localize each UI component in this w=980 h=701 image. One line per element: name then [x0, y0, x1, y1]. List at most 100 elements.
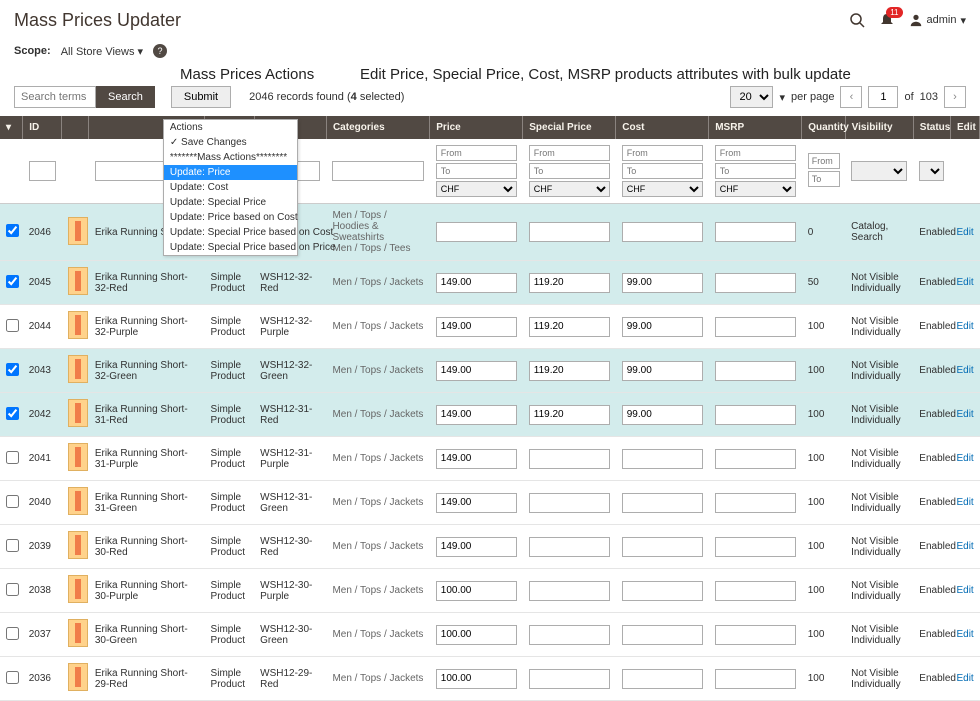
user-menu[interactable]: admin ▾ [909, 13, 967, 27]
special-price-input[interactable] [529, 669, 610, 689]
per-page-select[interactable]: 20 [730, 86, 773, 108]
cost-input[interactable] [622, 222, 703, 242]
cost-input[interactable] [622, 273, 703, 293]
row-checkbox[interactable] [6, 539, 19, 552]
filter-msrp-from[interactable] [715, 145, 796, 161]
mass-action-option[interactable]: Save Changes [164, 135, 297, 150]
price-input[interactable] [436, 625, 517, 645]
special-price-input[interactable] [529, 581, 610, 601]
price-input[interactable] [436, 361, 517, 381]
filter-categories[interactable] [332, 161, 423, 181]
cost-input[interactable] [622, 493, 703, 513]
edit-link[interactable]: Edit [956, 497, 973, 508]
col-special-price[interactable]: Special Price [523, 116, 616, 139]
col-cost[interactable]: Cost [616, 116, 709, 139]
filter-sprice-currency[interactable]: CHF [529, 181, 610, 197]
msrp-input[interactable] [715, 405, 796, 425]
price-input[interactable] [436, 581, 517, 601]
price-input[interactable] [436, 537, 517, 557]
msrp-input[interactable] [715, 273, 796, 293]
filter-msrp-to[interactable] [715, 163, 796, 179]
row-checkbox[interactable] [6, 671, 19, 684]
msrp-input[interactable] [715, 317, 796, 337]
mass-action-option[interactable]: Update: Special Price based on Cost [164, 225, 297, 240]
mass-action-option[interactable]: Actions [164, 120, 297, 135]
special-price-input[interactable] [529, 493, 610, 513]
page-input[interactable] [868, 86, 898, 108]
row-checkbox[interactable] [6, 583, 19, 596]
col-visibility[interactable]: Visibility [845, 116, 913, 139]
special-price-input[interactable] [529, 625, 610, 645]
filter-price-from[interactable] [436, 145, 517, 161]
prev-page-button[interactable]: ‹ [840, 86, 862, 108]
notifications-icon[interactable]: 11 [879, 12, 895, 28]
special-price-input[interactable] [529, 361, 610, 381]
edit-link[interactable]: Edit [956, 453, 973, 464]
filter-price-to[interactable] [436, 163, 517, 179]
mass-action-option[interactable]: Update: Cost [164, 180, 297, 195]
cost-input[interactable] [622, 581, 703, 601]
row-checkbox[interactable] [6, 451, 19, 464]
msrp-input[interactable] [715, 449, 796, 469]
mass-action-option[interactable]: *******Mass Actions******** [164, 150, 297, 165]
special-price-input[interactable] [529, 449, 610, 469]
filter-cost-currency[interactable]: CHF [622, 181, 703, 197]
edit-link[interactable]: Edit [956, 321, 973, 332]
cost-input[interactable] [622, 449, 703, 469]
special-price-input[interactable] [529, 317, 610, 337]
msrp-input[interactable] [715, 361, 796, 381]
filter-msrp-currency[interactable]: CHF [715, 181, 796, 197]
filter-qty-from[interactable] [808, 153, 840, 169]
col-id[interactable]: ID [23, 116, 62, 139]
edit-link[interactable]: Edit [956, 227, 973, 238]
cost-input[interactable] [622, 361, 703, 381]
col-quantity[interactable]: Quantity [802, 116, 845, 139]
cost-input[interactable] [622, 405, 703, 425]
cost-input[interactable] [622, 537, 703, 557]
row-checkbox[interactable] [6, 224, 19, 237]
search-icon[interactable] [849, 12, 865, 28]
cost-input[interactable] [622, 625, 703, 645]
col-checkbox[interactable]: ▾ [0, 116, 23, 139]
edit-link[interactable]: Edit [956, 365, 973, 376]
price-input[interactable] [436, 273, 517, 293]
filter-status[interactable] [919, 161, 944, 181]
cost-input[interactable] [622, 317, 703, 337]
row-checkbox[interactable] [6, 319, 19, 332]
filter-id[interactable] [29, 161, 56, 181]
msrp-input[interactable] [715, 669, 796, 689]
edit-link[interactable]: Edit [956, 541, 973, 552]
price-input[interactable] [436, 405, 517, 425]
submit-button[interactable]: Submit [171, 86, 231, 108]
help-icon[interactable]: ? [153, 44, 167, 58]
edit-link[interactable]: Edit [956, 585, 973, 596]
row-checkbox[interactable] [6, 495, 19, 508]
special-price-input[interactable] [529, 222, 610, 242]
filter-sprice-from[interactable] [529, 145, 610, 161]
search-input[interactable] [14, 86, 96, 108]
filter-price-currency[interactable]: CHF [436, 181, 517, 197]
edit-link[interactable]: Edit [956, 277, 973, 288]
row-checkbox[interactable] [6, 627, 19, 640]
filter-sprice-to[interactable] [529, 163, 610, 179]
price-input[interactable] [436, 669, 517, 689]
special-price-input[interactable] [529, 537, 610, 557]
mass-action-option[interactable]: Update: Price [164, 165, 297, 180]
filter-cost-to[interactable] [622, 163, 703, 179]
filter-cost-from[interactable] [622, 145, 703, 161]
msrp-input[interactable] [715, 625, 796, 645]
col-price[interactable]: Price [430, 116, 523, 139]
price-input[interactable] [436, 222, 517, 242]
edit-link[interactable]: Edit [956, 673, 973, 684]
mass-action-option[interactable]: Update: Special Price [164, 195, 297, 210]
row-checkbox[interactable] [6, 407, 19, 420]
filter-qty-to[interactable] [808, 171, 840, 187]
msrp-input[interactable] [715, 222, 796, 242]
special-price-input[interactable] [529, 273, 610, 293]
msrp-input[interactable] [715, 493, 796, 513]
price-input[interactable] [436, 493, 517, 513]
scope-switcher[interactable]: All Store Views ▾ [61, 45, 143, 58]
col-status[interactable]: Status [913, 116, 950, 139]
mass-action-option[interactable]: Update: Special Price based on Price [164, 240, 297, 255]
edit-link[interactable]: Edit [956, 629, 973, 640]
